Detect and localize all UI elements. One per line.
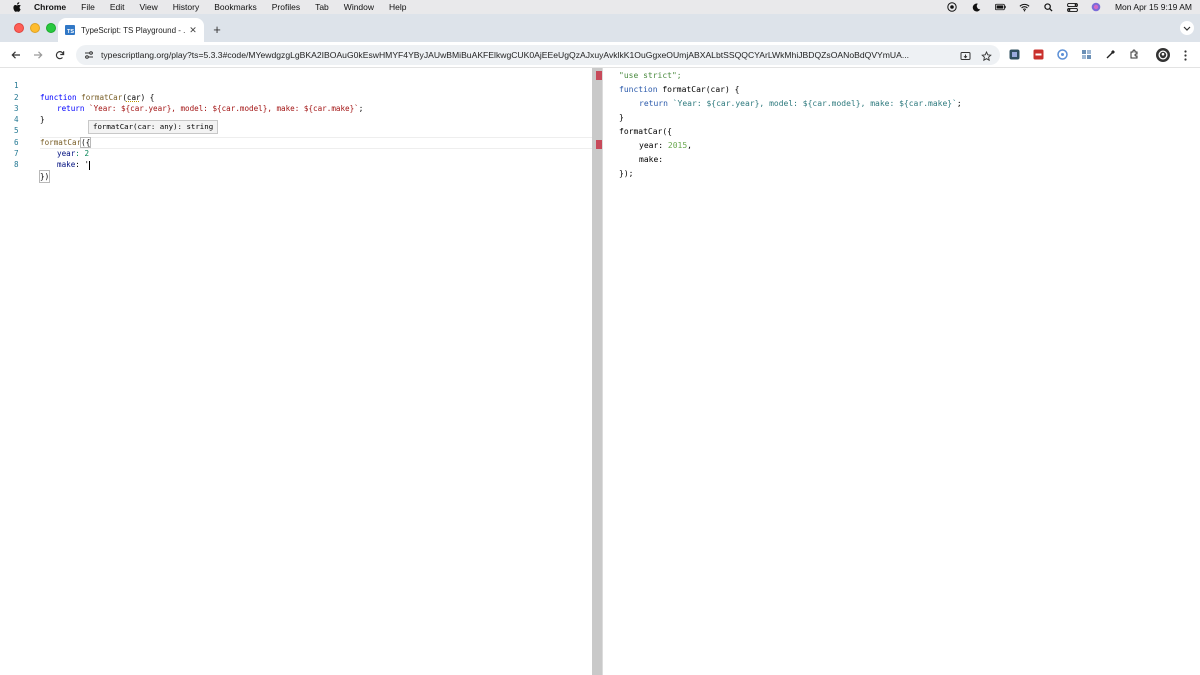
extension-grid-icon[interactable] <box>1080 48 1092 60</box>
spotlight-search-icon[interactable] <box>1043 2 1054 12</box>
output-func-sig: formatCar(car) { <box>657 85 740 94</box>
fullscreen-window-button[interactable] <box>46 23 56 33</box>
menu-view[interactable]: View <box>139 2 157 12</box>
line-8-code: }) <box>38 169 51 184</box>
code-editor[interactable]: 1 function formatCar(car) { 2 return `Ye… <box>0 68 592 675</box>
extension-red-icon[interactable] <box>1032 48 1044 60</box>
site-settings-icon[interactable] <box>83 49 95 61</box>
output-prop-year: year: <box>639 141 668 150</box>
prop-make: make <box>57 160 76 170</box>
editor-line-4: 4 <box>0 103 592 124</box>
use-strict: "use strict"; <box>619 71 682 80</box>
menu-window[interactable]: Window <box>344 2 374 12</box>
back-arrow-icon[interactable] <box>9 48 23 62</box>
url-text: typescriptlang.org/play?ts=5.3.3#code/MY… <box>101 50 910 60</box>
editor-line-1: 1 function formatCar(car) { <box>0 69 592 101</box>
extensions-area <box>1008 48 1140 60</box>
minimize-window-button[interactable] <box>30 23 40 33</box>
screen-record-icon[interactable] <box>947 2 958 12</box>
install-app-icon[interactable] <box>960 49 971 67</box>
battery-icon[interactable] <box>994 2 1006 12</box>
tab-title: TypeScript: TS Playground - ... <box>81 25 185 35</box>
address-bar[interactable]: typescriptlang.org/play?ts=5.3.3#code/MY… <box>76 45 1000 65</box>
siri-icon[interactable] <box>1091 2 1102 12</box>
line-number: 8 <box>14 160 19 170</box>
menu-tab[interactable]: Tab <box>315 2 329 12</box>
output-line-8: }); <box>619 169 634 178</box>
output-keyword-return: return <box>639 99 668 108</box>
menu-edit[interactable]: Edit <box>110 2 125 12</box>
line-7-code: make: ' <box>57 159 91 170</box>
focus-moon-icon[interactable] <box>971 2 982 12</box>
editor-line-7: 7 make: ' <box>0 137 592 170</box>
menubar-status-area: Mon Apr 15 9:19 AM <box>947 0 1192 14</box>
eyedropper-icon[interactable] <box>1104 48 1116 60</box>
editor-line-8: 8 }) <box>0 148 592 184</box>
window-controls <box>14 23 56 33</box>
extension-dark-icon[interactable] <box>1008 48 1020 60</box>
address-bar-actions <box>960 49 992 67</box>
extensions-puzzle-icon[interactable] <box>1128 48 1140 60</box>
js-output-pane: "use strict"; function formatCar(car) { … <box>603 68 1200 675</box>
close-tab-icon[interactable]: ✕ <box>188 25 198 36</box>
chrome-menu-icon[interactable] <box>1180 48 1190 62</box>
new-tab-button[interactable]: + <box>210 22 224 37</box>
output-line-6-end: , <box>687 141 692 150</box>
menu-profiles[interactable]: Profiles <box>272 2 300 12</box>
forward-arrow-icon[interactable] <box>31 48 45 62</box>
tab-search-chevron-icon[interactable] <box>1180 21 1194 35</box>
menu-history[interactable]: History <box>173 2 199 12</box>
text-cursor <box>89 160 91 170</box>
editor-line-2: 2 return `Year: ${car.year}, model: ${ca… <box>0 80 592 113</box>
signature-help-tooltip: formatCar(car: any): string <box>88 120 219 134</box>
macos-menu-bar: Chrome File Edit View History Bookmarks … <box>0 0 1200 14</box>
make-value: : ' <box>75 160 90 170</box>
bookmark-star-icon[interactable] <box>981 49 992 67</box>
editor-line-3: 3 } <box>0 92 592 124</box>
output-line-6: year: 2015, <box>639 139 692 153</box>
output-line-3-end: ; <box>956 99 962 108</box>
output-line-5: formatCar({ <box>619 127 672 136</box>
output-line-3: return `Year: ${car.year}, model: ${car.… <box>639 97 962 111</box>
profile-avatar-icon[interactable] <box>1156 48 1170 62</box>
browser-tab-strip: TS TypeScript: TS Playground - ... ✕ + <box>0 14 1200 42</box>
output-line-2: function formatCar(car) { <box>619 83 739 97</box>
output-keyword-function: function <box>619 85 658 94</box>
output-year-value: 2015 <box>667 141 688 150</box>
tab-typescript-playground[interactable]: TS TypeScript: TS Playground - ... ✕ <box>58 18 204 42</box>
extension-blue-icon[interactable] <box>1056 48 1068 60</box>
output-line-1: "use strict"; <box>619 69 682 83</box>
menu-app-chrome[interactable]: Chrome <box>34 2 66 12</box>
control-center-icon[interactable] <box>1067 2 1078 12</box>
output-template-string: `Year: ${car.year}, model: ${car.model},… <box>672 99 957 108</box>
editor-scrollbar[interactable] <box>592 68 602 675</box>
playground-content: 1 function formatCar(car) { 2 return `Ye… <box>0 68 1200 675</box>
close-window-button[interactable] <box>14 23 24 33</box>
output-line-7: make: <box>639 155 664 164</box>
menu-file[interactable]: File <box>81 2 95 12</box>
browser-toolbar: typescriptlang.org/play?ts=5.3.3#code/MY… <box>0 42 1200 68</box>
menu-help[interactable]: Help <box>389 2 406 12</box>
reload-icon[interactable] <box>53 48 67 62</box>
wifi-icon[interactable] <box>1019 2 1030 12</box>
menu-bookmarks[interactable]: Bookmarks <box>214 2 257 12</box>
typescript-favicon-icon: TS <box>65 25 75 35</box>
menubar-clock[interactable]: Mon Apr 15 9:19 AM <box>1115 2 1192 12</box>
apple-menu-icon[interactable] <box>11 1 23 13</box>
output-line-4: } <box>619 113 624 122</box>
